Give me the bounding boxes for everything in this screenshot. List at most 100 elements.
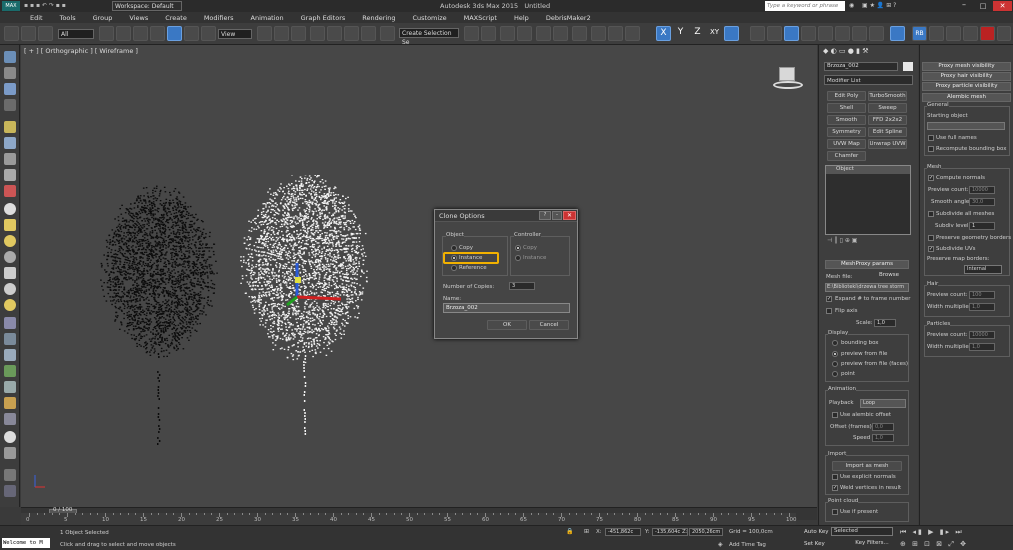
modifier-button-ffd-2x2x2[interactable]: FFD 2x2x2 xyxy=(868,115,907,125)
render-setup-icon[interactable] xyxy=(591,26,606,41)
create-crowd-icon[interactable] xyxy=(4,413,16,425)
dialog-help-button[interactable]: ? xyxy=(539,211,551,220)
create-tree-icon[interactable] xyxy=(4,397,16,409)
lock-selection-icon[interactable]: 🔒 xyxy=(566,528,574,536)
display-sphere-icon[interactable] xyxy=(4,431,16,443)
menu-help[interactable]: Help xyxy=(514,14,529,22)
create-foliage-icon[interactable] xyxy=(4,365,16,377)
rendered-frame-icon[interactable] xyxy=(608,26,623,41)
compute-normals-checkbox[interactable]: ✓ xyxy=(928,175,934,181)
workspace-dropdown[interactable]: Workspace: Default xyxy=(112,1,182,11)
menu-customize[interactable]: Customize xyxy=(412,14,446,22)
skin-tool-icon[interactable] xyxy=(835,26,850,41)
create-cone-icon[interactable] xyxy=(4,251,16,263)
schematic-view-icon[interactable] xyxy=(553,26,568,41)
maxscript-listener[interactable]: Welcome to M xyxy=(2,538,50,548)
create-geosphere-icon[interactable] xyxy=(4,83,16,95)
move-gizmo[interactable] xyxy=(283,257,353,317)
reference-radio[interactable] xyxy=(451,265,457,271)
preview-radio[interactable] xyxy=(832,351,838,357)
point-radio[interactable] xyxy=(832,371,838,377)
link-icon[interactable] xyxy=(21,26,36,41)
modifier-stack[interactable]: Object xyxy=(825,165,911,235)
proxy-particle-visibility-rollout[interactable]: Proxy particle visibility xyxy=(922,82,1011,91)
create-grid-icon[interactable] xyxy=(4,99,16,111)
menu-animation[interactable]: Animation xyxy=(251,14,284,22)
maximize-button[interactable]: □ xyxy=(974,1,992,11)
auto-key-button[interactable]: Auto Key xyxy=(804,528,830,538)
reference-coord-dropdown[interactable]: View xyxy=(218,29,252,39)
pivot-center-icon[interactable] xyxy=(257,26,272,41)
axis-constraint-y[interactable]: Y xyxy=(673,26,688,41)
modifier-button-edit-poly[interactable]: Edit Poly xyxy=(827,91,866,101)
menu-graph-editors[interactable]: Graph Editors xyxy=(301,14,346,22)
vray-frame-icon[interactable] xyxy=(997,26,1011,41)
speed-spinner[interactable]: 1,0 xyxy=(872,434,894,442)
snaps-toggle-icon[interactable] xyxy=(310,26,325,41)
object-name-field[interactable]: Brzoza_002 xyxy=(824,62,898,71)
morph-tool-icon[interactable] xyxy=(852,26,867,41)
create-torus-icon[interactable] xyxy=(4,235,16,247)
alembic-mesh-rollout[interactable]: Alembic mesh xyxy=(922,93,1011,102)
axis-constraint-x[interactable]: X xyxy=(656,26,671,41)
key-filters-button[interactable]: Key Filters... xyxy=(850,539,894,549)
biped-icon[interactable] xyxy=(890,26,905,41)
z-coord-field[interactable]: 2050,26cm xyxy=(689,528,723,536)
hair-width-spinner[interactable]: 1,0 xyxy=(969,303,995,311)
create-particles-icon[interactable] xyxy=(4,317,16,329)
menu-tools[interactable]: Tools xyxy=(60,14,76,22)
dialog-title-bar[interactable]: Clone Options ? – ✕ xyxy=(435,210,577,222)
name-field[interactable]: Brzoza_002 xyxy=(443,303,570,313)
use-if-present-checkbox[interactable] xyxy=(832,509,838,515)
create-dynamics-icon[interactable] xyxy=(4,333,16,345)
utilities-icon[interactable] xyxy=(4,469,16,481)
preserve-map-dropdown[interactable]: Internal xyxy=(964,265,1002,274)
particles-width-spinner[interactable]: 1,0 xyxy=(969,343,995,351)
proxy-hair-visibility-rollout[interactable]: Proxy hair visibility xyxy=(922,72,1011,81)
render-iterative-icon[interactable] xyxy=(963,26,978,41)
modifier-button-unwrap-uvw[interactable]: Unwrap UVW xyxy=(868,139,907,149)
render-teapot-icon[interactable] xyxy=(929,26,944,41)
edit-named-sel-icon[interactable] xyxy=(380,26,395,41)
create-light-icon[interactable] xyxy=(4,121,16,133)
create-spacewarp-icon[interactable] xyxy=(4,169,16,181)
menu-rendering[interactable]: Rendering xyxy=(362,14,395,22)
expand-checkbox[interactable]: ✓ xyxy=(826,296,832,302)
select-move-icon[interactable] xyxy=(167,26,182,41)
alembic-offset-checkbox[interactable] xyxy=(832,412,838,418)
mirror-icon[interactable] xyxy=(464,26,479,41)
create-system-icon[interactable] xyxy=(4,185,16,197)
menu-create[interactable]: Create xyxy=(165,14,187,22)
command-panel-tabs[interactable]: ◆ ◐ ▭ ● ▮ ⚒ xyxy=(823,47,915,58)
ik-solver-icon[interactable] xyxy=(767,26,782,41)
recompute-bbox-checkbox[interactable] xyxy=(928,146,934,152)
app-logo[interactable]: MAX xyxy=(2,1,20,11)
preview-faces-radio[interactable] xyxy=(832,361,838,367)
modifier-button-uvw-map[interactable]: UVW Map xyxy=(827,139,866,149)
axis-constraint-xy[interactable]: XY xyxy=(707,26,722,41)
material-editor-icon[interactable] xyxy=(572,26,587,41)
create-shape-icon[interactable] xyxy=(4,51,16,63)
bone-tools-icon[interactable] xyxy=(750,26,765,41)
modifier-button-symmetry[interactable]: Symmetry xyxy=(827,127,866,137)
binoculars-icon[interactable]: ◉ xyxy=(849,2,857,10)
copy-radio[interactable] xyxy=(451,245,457,251)
viewport-orthographic[interactable]: [ + ] [ Orthographic ] [ Wireframe ] xyxy=(21,45,817,507)
add-time-tag[interactable]: Add Time Tag xyxy=(729,542,766,548)
modifier-button-shell[interactable]: Shell xyxy=(827,103,866,113)
explicit-normals-checkbox[interactable] xyxy=(832,474,838,480)
minimize-button[interactable]: – xyxy=(955,1,973,11)
render-rb-icon[interactable]: RB xyxy=(912,26,927,41)
subdivide-all-checkbox[interactable] xyxy=(928,211,934,217)
named-selection-dropdown[interactable]: Create Selection Se xyxy=(399,28,459,46)
playback-dropdown[interactable]: Loop xyxy=(860,399,906,408)
particles-preview-spinner[interactable]: 10000 xyxy=(969,331,995,339)
create-tube-icon[interactable] xyxy=(4,283,16,295)
ctrl-copy-radio[interactable] xyxy=(515,245,521,251)
select-object-icon[interactable] xyxy=(99,26,114,41)
create-path-icon[interactable] xyxy=(4,381,16,393)
weight-tool-icon[interactable] xyxy=(818,26,833,41)
align-icon[interactable] xyxy=(481,26,496,41)
create-teapot-icon[interactable] xyxy=(4,299,16,311)
quick-access-icons[interactable]: ▪ ▪ ▪ ↶ ↷ ▪ ▪ xyxy=(24,2,104,10)
